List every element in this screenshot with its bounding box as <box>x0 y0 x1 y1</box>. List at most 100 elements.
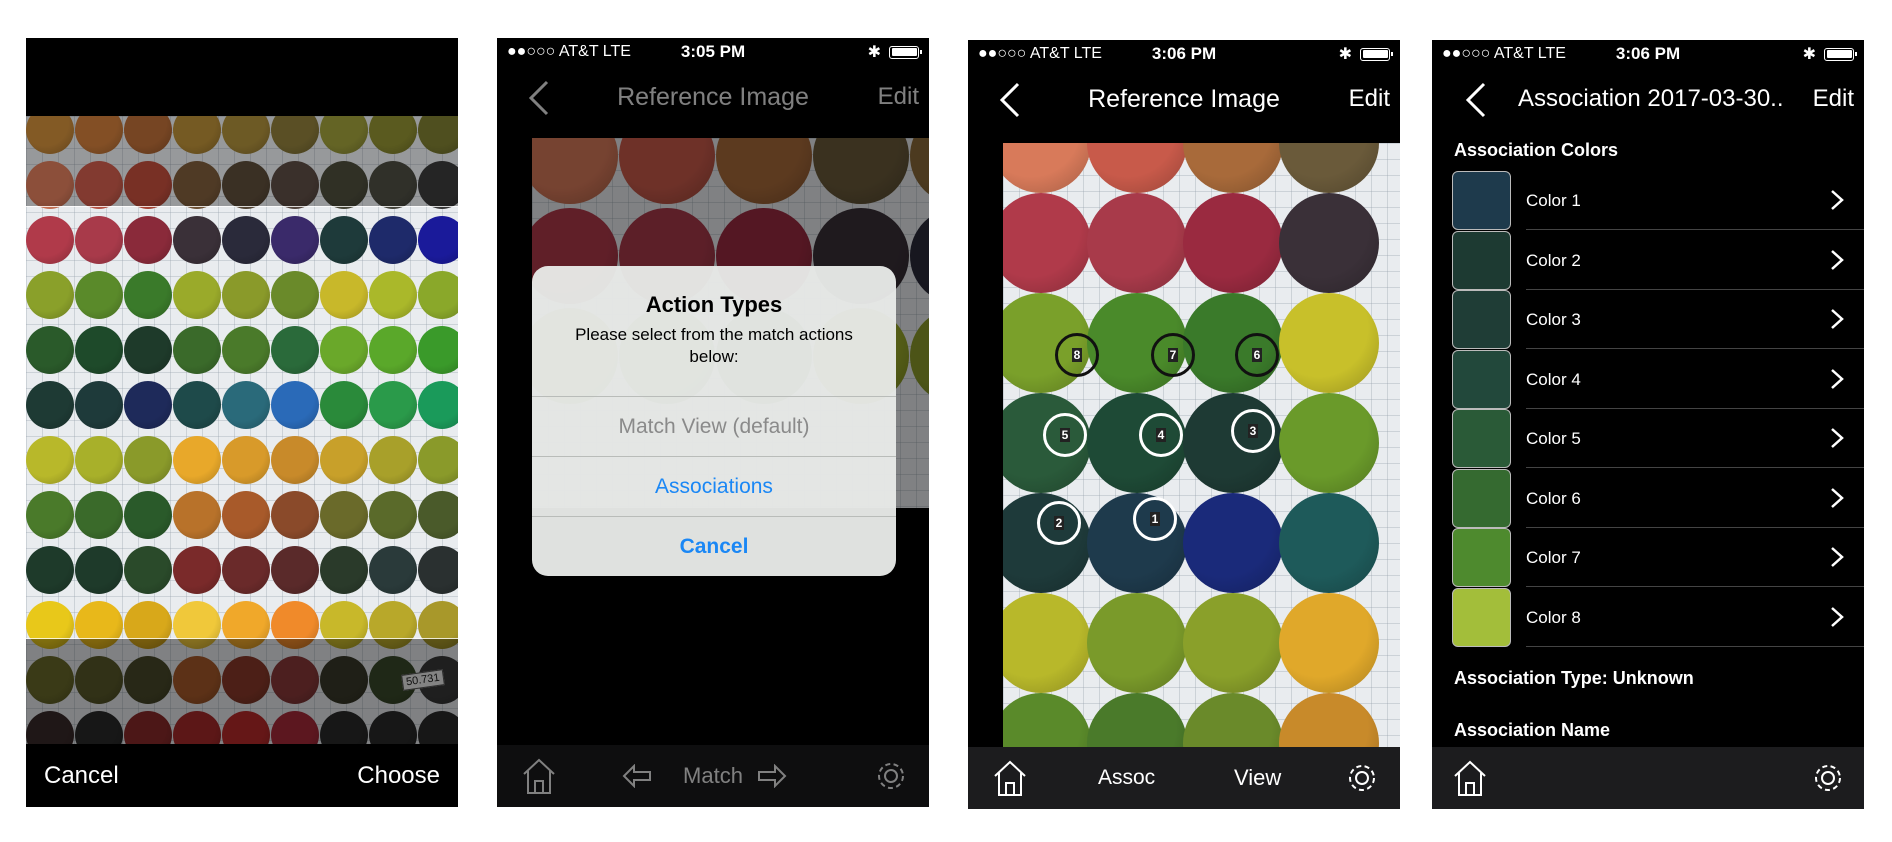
gear-icon[interactable] <box>1344 760 1380 796</box>
paint-swatch <box>26 216 74 264</box>
color-label: Color 1 <box>1526 171 1864 230</box>
tab-bar: Assoc View <box>968 747 1400 809</box>
paint-swatch <box>418 436 458 484</box>
paint-swatch <box>173 491 221 539</box>
match-view-option[interactable]: Match View (default) <box>532 396 896 456</box>
paint-swatch <box>75 491 123 539</box>
choose-button[interactable]: Choose <box>357 744 440 807</box>
paint-swatch <box>418 326 458 374</box>
bluetooth-icon: ✱ <box>867 44 881 61</box>
status-bar: ●●○○○ AT&T LTE 3:05 PM ✱ <box>497 38 929 66</box>
arrow-right-icon[interactable] <box>757 764 787 788</box>
paint-swatch <box>271 271 319 319</box>
color-label: Color 4 <box>1526 350 1864 409</box>
status-bar: ●●○○○ AT&T LTE 3:06 PM ✱ <box>1432 40 1864 68</box>
reference-image-screen: ●●○○○ AT&T LTE 3:06 PM ✱ Reference Image… <box>968 40 1400 809</box>
alert-title: Action Types <box>645 292 783 317</box>
paint-swatch <box>173 381 221 429</box>
color-label: Color 2 <box>1526 231 1864 290</box>
sample-marker[interactable]: 2 <box>1037 501 1081 545</box>
paint-swatch <box>271 491 319 539</box>
sample-marker[interactable]: 6 <box>1235 333 1279 377</box>
color-row[interactable]: Color 1 <box>1452 171 1864 230</box>
sample-marker[interactable]: 5 <box>1043 413 1087 457</box>
paint-swatch <box>75 326 123 374</box>
color-label: Color 5 <box>1526 409 1864 468</box>
color-row[interactable]: Color 7 <box>1452 528 1864 587</box>
sample-marker-label: 4 <box>1155 428 1167 442</box>
paint-swatch <box>124 216 172 264</box>
sample-marker[interactable]: 1 <box>1133 497 1177 541</box>
paint-swatch <box>418 381 458 429</box>
sample-marker[interactable]: 4 <box>1139 413 1183 457</box>
cancel-option[interactable]: Cancel <box>532 516 896 576</box>
page-title: Reference Image <box>617 83 809 111</box>
color-row[interactable]: Color 4 <box>1452 349 1864 409</box>
gear-icon[interactable] <box>1810 760 1846 796</box>
paint-swatch <box>369 271 417 319</box>
view-tab[interactable]: View <box>1234 747 1281 809</box>
paint-swatch <box>124 546 172 594</box>
status-time: 3:05 PM <box>680 42 746 61</box>
color-label: Color 7 <box>1526 528 1864 587</box>
navigation-bar: Reference Image Edit <box>497 66 929 128</box>
home-icon[interactable] <box>992 758 1028 798</box>
paint-swatch <box>222 546 270 594</box>
associations-option[interactable]: Associations <box>532 456 896 516</box>
color-row[interactable]: Color 2 <box>1452 230 1864 290</box>
back-chevron-icon[interactable] <box>1462 82 1492 118</box>
cancel-button[interactable]: Cancel <box>44 744 119 807</box>
paint-swatch <box>222 436 270 484</box>
paint-swatch <box>75 271 123 319</box>
paint-swatch <box>369 546 417 594</box>
edit-button[interactable]: Edit <box>878 66 919 128</box>
paint-swatch <box>75 546 123 594</box>
edit-button[interactable]: Edit <box>1813 68 1854 130</box>
paint-swatch <box>222 491 270 539</box>
chevron-right-icon <box>1831 606 1844 627</box>
paint-swatch <box>26 491 74 539</box>
color-swatch <box>1452 409 1511 468</box>
sample-marker[interactable]: 3 <box>1231 409 1275 453</box>
dim-overlay-bottom <box>26 639 458 744</box>
reference-image[interactable]: 8 7 6 5 4 3 2 1 <box>1003 143 1400 749</box>
sample-marker-label: 2 <box>1053 516 1065 530</box>
color-row[interactable]: Color 3 <box>1452 290 1864 349</box>
paint-swatch <box>320 326 368 374</box>
color-swatch <box>1452 290 1511 349</box>
sample-marker[interactable]: 8 <box>1055 333 1099 377</box>
sample-marker[interactable]: 7 <box>1151 333 1195 377</box>
chevron-right-icon <box>1831 487 1844 508</box>
gear-icon[interactable] <box>873 758 909 794</box>
association-detail-screen: ●●○○○ AT&T LTE 3:06 PM ✱ Association 201… <box>1432 40 1864 809</box>
paint-swatch <box>173 546 221 594</box>
match-tab[interactable]: Match <box>497 745 929 807</box>
paint-swatch <box>271 546 319 594</box>
paint-swatch <box>173 216 221 264</box>
sample-marker-label: 6 <box>1251 348 1263 362</box>
bluetooth-icon: ✱ <box>1802 46 1816 63</box>
dim-overlay-top <box>26 116 458 206</box>
color-list: Color 1 Color 2 Color 3 Color 4 Color 5 Color… <box>1432 171 1864 651</box>
sample-marker-label: 5 <box>1059 428 1071 442</box>
paint-swatch <box>26 436 74 484</box>
paint-swatch <box>1087 593 1187 693</box>
paint-swatch <box>1183 493 1283 593</box>
paint-swatch <box>26 326 74 374</box>
color-row[interactable]: Color 5 <box>1452 409 1864 468</box>
paint-swatch <box>75 381 123 429</box>
color-row[interactable]: Color 8 <box>1452 587 1864 647</box>
paint-swatch <box>222 326 270 374</box>
paint-swatch <box>1183 593 1283 693</box>
edit-button[interactable]: Edit <box>1349 68 1390 130</box>
color-swatch <box>1452 230 1511 290</box>
paint-swatch <box>222 381 270 429</box>
color-swatch <box>1452 349 1511 409</box>
tab-bar: Match <box>497 745 929 807</box>
paint-swatch <box>222 271 270 319</box>
color-row[interactable]: Color 6 <box>1452 468 1864 528</box>
assoc-tab[interactable]: Assoc <box>1098 747 1155 809</box>
reference-image-alert-screen: ●●○○○ AT&T LTE 3:05 PM ✱ Reference Image… <box>497 38 929 807</box>
chevron-right-icon <box>1831 190 1844 210</box>
home-icon[interactable] <box>1452 758 1488 798</box>
